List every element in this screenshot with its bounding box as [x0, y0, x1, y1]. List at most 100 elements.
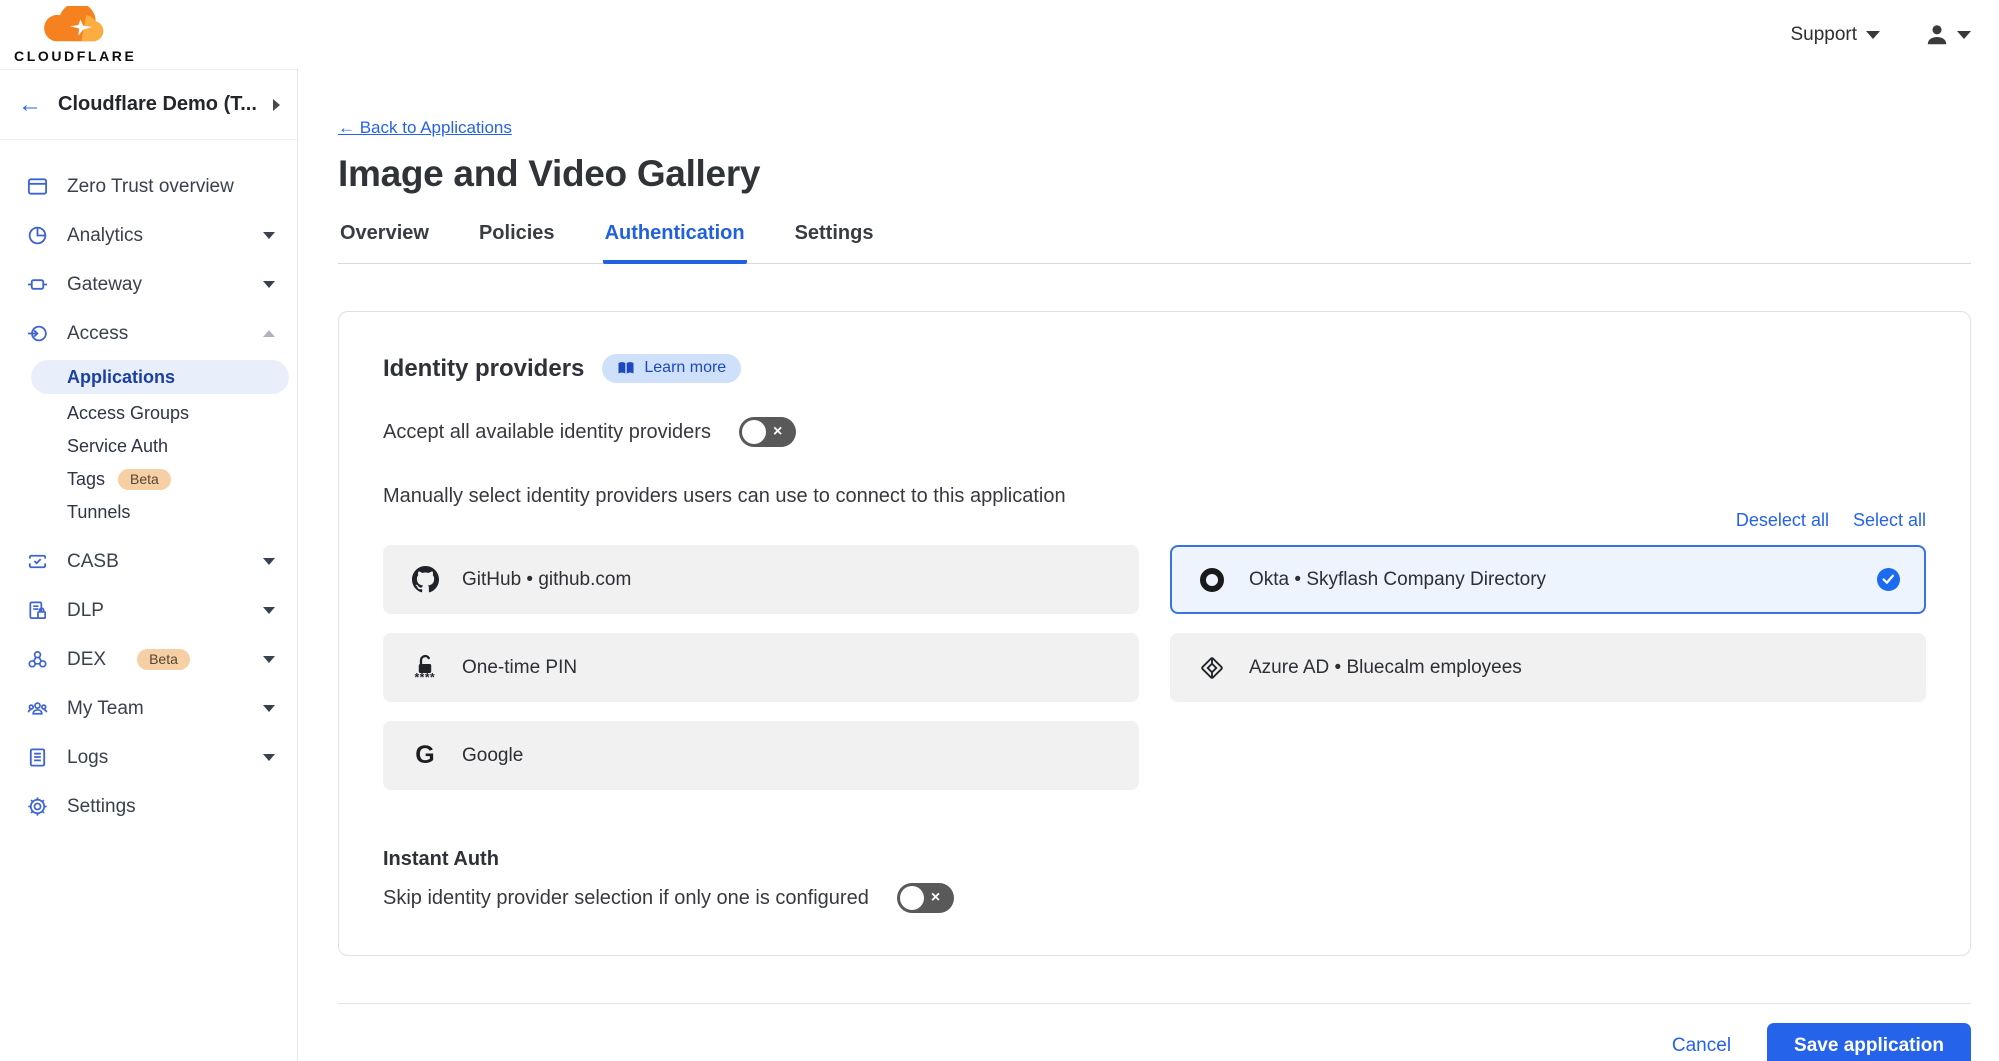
- provider-grid: GitHub • github.com Okta • Skyflash Comp…: [383, 545, 1926, 790]
- gear-icon: [25, 795, 49, 819]
- accept-all-label: Accept all available identity providers: [383, 421, 711, 444]
- back-arrow-icon[interactable]: ←: [18, 93, 42, 117]
- dlp-icon: [25, 599, 49, 623]
- toggle-knob: [742, 420, 766, 444]
- okta-icon: [1198, 568, 1226, 592]
- sidebar-item-logs[interactable]: Logs: [0, 733, 297, 782]
- chevron-down-icon[interactable]: [263, 754, 275, 761]
- sidebar-item-gateway[interactable]: Gateway: [0, 260, 297, 309]
- accept-all-toggle[interactable]: ×: [739, 417, 796, 447]
- sidebar-item-label: DLP: [67, 600, 104, 622]
- provider-name: GitHub • github.com: [462, 569, 631, 591]
- footer-actions: Cancel Save application: [338, 1023, 1971, 1061]
- provider-tile-one-time-pin[interactable]: **** One-time PIN: [383, 633, 1139, 702]
- sidebar-item-dex[interactable]: DEX Beta: [0, 635, 297, 684]
- card-title: Identity providers: [383, 355, 584, 383]
- user-menu[interactable]: [1924, 22, 1971, 48]
- chevron-up-icon[interactable]: [263, 330, 275, 337]
- sidebar-item-zero-trust-overview[interactable]: Zero Trust overview: [0, 162, 297, 211]
- main-content: ← Back to Applications Image and Video G…: [298, 69, 1999, 1061]
- provider-name: Okta • Skyflash Company Directory: [1249, 569, 1546, 591]
- azure-ad-icon: [1198, 655, 1226, 681]
- sidebar-item-label: Access Groups: [67, 403, 189, 424]
- access-icon: [25, 322, 49, 346]
- google-icon: G: [411, 743, 439, 768]
- sidebar-item-applications[interactable]: Applications: [31, 360, 289, 394]
- chevron-down-icon[interactable]: [263, 281, 275, 288]
- sidebar-nav: Zero Trust overview Analytics Gateway: [0, 140, 297, 831]
- learn-more-badge[interactable]: Learn more: [602, 354, 741, 383]
- sidebar-item-analytics[interactable]: Analytics: [0, 211, 297, 260]
- chevron-down-icon[interactable]: [263, 705, 275, 712]
- provider-tile-azure-ad[interactable]: Azure AD • Bluecalm employees: [1170, 633, 1926, 702]
- sidebar-item-access[interactable]: Access: [0, 309, 297, 358]
- sidebar-item-label: Gateway: [67, 274, 142, 296]
- chevron-down-icon[interactable]: [263, 232, 275, 239]
- sidebar-item-label: Analytics: [67, 225, 143, 247]
- chevron-down-icon[interactable]: [263, 558, 275, 565]
- book-icon: [617, 361, 635, 376]
- toggle-off-x-icon: ×: [773, 424, 782, 440]
- sidebar-item-service-auth[interactable]: Service Auth: [0, 430, 297, 463]
- sidebar-item-tunnels[interactable]: Tunnels: [0, 496, 297, 529]
- gateway-icon: [25, 273, 49, 297]
- sidebar-item-casb[interactable]: CASB: [0, 537, 297, 586]
- cloudflare-wordmark: CLOUDFLARE: [14, 49, 136, 63]
- one-time-pin-icon: ****: [411, 653, 439, 683]
- beta-badge: Beta: [118, 469, 171, 490]
- logs-icon: [25, 746, 49, 770]
- provider-name: Google: [462, 745, 523, 767]
- sidebar-item-label: Settings: [67, 796, 136, 818]
- sidebar-item-label: Zero Trust overview: [67, 176, 234, 198]
- selected-check-icon: [1877, 568, 1900, 591]
- analytics-icon: [25, 224, 49, 248]
- select-all-link[interactable]: Select all: [1853, 510, 1926, 531]
- toggle-off-x-icon: ×: [931, 890, 940, 906]
- sidebar-item-label: Tags: [67, 469, 105, 490]
- chevron-down-icon[interactable]: [263, 607, 275, 614]
- window-icon: [25, 175, 49, 199]
- sidebar-item-label: Access: [67, 323, 128, 345]
- tab-authentication[interactable]: Authentication: [603, 222, 747, 264]
- instant-auth-toggle[interactable]: ×: [897, 883, 954, 913]
- chevron-down-icon: [1866, 31, 1880, 39]
- provider-tile-okta[interactable]: Okta • Skyflash Company Directory: [1170, 545, 1926, 614]
- manual-select-text: Manually select identity providers users…: [383, 485, 1926, 508]
- top-bar: CLOUDFLARE Support: [0, 0, 1999, 69]
- deselect-all-link[interactable]: Deselect all: [1736, 510, 1829, 531]
- sidebar-item-dlp[interactable]: DLP: [0, 586, 297, 635]
- github-icon: [411, 566, 439, 593]
- cancel-button[interactable]: Cancel: [1672, 1035, 1731, 1057]
- sidebar-account-header: ← Cloudflare Demo (T...: [0, 70, 297, 140]
- tab-bar: Overview Policies Authentication Setting…: [338, 222, 1971, 264]
- cloudflare-logo[interactable]: CLOUDFLARE: [14, 6, 136, 63]
- sidebar: ← Cloudflare Demo (T... Zero Trust overv…: [0, 69, 298, 1061]
- tab-overview[interactable]: Overview: [338, 222, 431, 264]
- sidebar-item-label: My Team: [67, 698, 144, 720]
- sidebar-item-access-groups[interactable]: Access Groups: [0, 397, 297, 430]
- svg-text:****: ****: [415, 670, 436, 683]
- casb-icon: [25, 550, 49, 574]
- sidebar-item-label: Service Auth: [67, 436, 168, 457]
- provider-name: One-time PIN: [462, 657, 577, 679]
- back-to-applications-link[interactable]: ← Back to Applications: [338, 118, 512, 138]
- sidebar-item-my-team[interactable]: My Team: [0, 684, 297, 733]
- chevron-right-icon[interactable]: [273, 99, 280, 111]
- sidebar-item-label: Logs: [67, 747, 108, 769]
- provider-tile-github[interactable]: GitHub • github.com: [383, 545, 1139, 614]
- sidebar-item-label: DEX: [67, 649, 106, 671]
- sidebar-item-settings[interactable]: Settings: [0, 782, 297, 831]
- footer-divider: [338, 1003, 1971, 1004]
- save-application-button[interactable]: Save application: [1767, 1023, 1971, 1061]
- identity-providers-card: Identity providers Learn more Accept all…: [338, 311, 1971, 956]
- tab-policies[interactable]: Policies: [477, 222, 557, 264]
- tab-settings[interactable]: Settings: [793, 222, 876, 264]
- account-name[interactable]: Cloudflare Demo (T...: [58, 93, 257, 116]
- support-menu[interactable]: Support: [1790, 24, 1880, 46]
- support-label: Support: [1790, 24, 1857, 46]
- chevron-down-icon[interactable]: [263, 656, 275, 663]
- provider-tile-google[interactable]: G Google: [383, 721, 1139, 790]
- sidebar-item-tags[interactable]: Tags Beta: [0, 463, 297, 496]
- beta-badge: Beta: [137, 649, 190, 670]
- page-title: Image and Video Gallery: [338, 153, 1971, 195]
